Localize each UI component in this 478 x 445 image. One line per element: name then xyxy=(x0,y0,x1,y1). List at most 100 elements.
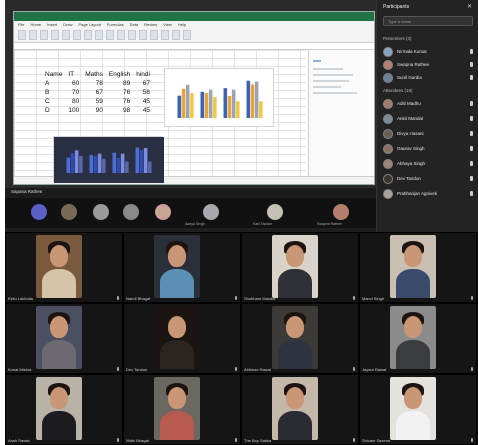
participant-video xyxy=(272,306,318,369)
video-tile[interactable]: Shubham Mandal xyxy=(241,232,359,303)
presenters-heading[interactable]: Presenters (3) xyxy=(383,36,412,41)
table-cell: 78 xyxy=(95,80,103,87)
participant-row[interactable]: Sunil Gardia xyxy=(383,72,475,84)
tile-name: Nandi Bhagat xyxy=(126,296,151,301)
table-cell: 59 xyxy=(95,98,103,105)
participant-avatar[interactable] xyxy=(123,204,139,220)
tile-name: Ezilu Lakhotia xyxy=(8,296,33,301)
table-cell: 60 xyxy=(71,80,80,87)
ribbon-tab[interactable]: Page Layout xyxy=(78,22,100,27)
chart-bar xyxy=(148,161,152,173)
ribbon-tab[interactable]: Home xyxy=(30,22,41,27)
table-row: C 80 59 76 45 xyxy=(42,97,153,106)
mic-icon xyxy=(470,49,473,54)
participant-name: Ankit Mandal xyxy=(397,116,424,121)
ribbon-tab[interactable]: Insert xyxy=(47,22,57,27)
chart-bar xyxy=(70,153,75,173)
tile-name: Manvi Singh xyxy=(362,296,385,301)
table-cell: 70 xyxy=(71,89,80,96)
avatar xyxy=(383,189,393,199)
video-tile[interactable]: Nidhi Bhagat xyxy=(123,374,241,445)
video-tile[interactable]: Dev Tandon xyxy=(123,303,241,374)
participant-row[interactable]: Dev Tandon xyxy=(383,173,475,185)
chart-bar xyxy=(208,89,213,118)
table-cell: 89 xyxy=(123,80,131,87)
video-tile[interactable]: Jayant Rawat xyxy=(359,303,477,374)
participant-avatar[interactable] xyxy=(155,204,171,220)
participant-name: Divya Hasani xyxy=(397,131,424,136)
video-tile[interactable]: Ezilu Lakhotia xyxy=(5,232,123,303)
chart-bar xyxy=(125,161,129,173)
participants-panel: Participants ✕ Type a name Presenters (3… xyxy=(376,0,478,232)
participant-name: Sunil Gardia xyxy=(397,75,422,80)
mic-icon xyxy=(235,438,237,442)
chart-bar xyxy=(143,148,148,173)
table-header-cell: English xyxy=(108,71,131,78)
table-row: B 70 67 76 56 xyxy=(42,88,153,97)
mic-icon xyxy=(470,62,473,67)
chart-bar xyxy=(93,155,98,173)
participant-avatar[interactable] xyxy=(203,204,219,220)
table-header-cell: IT xyxy=(68,71,75,78)
video-tile[interactable]: The Boy Sabka xyxy=(241,374,359,445)
chart-bar xyxy=(139,150,144,173)
chart-bar xyxy=(231,89,236,118)
chart-bar xyxy=(79,155,83,173)
mic-icon xyxy=(470,191,473,196)
mic-icon xyxy=(470,75,473,80)
meeting-toolbar: Aanya Singh Kavi Tandon Swapna Rathee xyxy=(5,198,376,228)
participant-avatar[interactable] xyxy=(61,204,77,220)
mic-icon xyxy=(471,438,473,442)
mic-icon xyxy=(117,367,119,371)
toolbar-label: Aanya Singh xyxy=(185,222,205,226)
formula-bar[interactable] xyxy=(14,43,374,50)
participant-video xyxy=(272,377,318,440)
video-tile[interactable]: Manvi Singh xyxy=(359,232,477,303)
participant-search-input[interactable]: Type a name xyxy=(383,16,473,26)
ribbon-tab[interactable]: Help xyxy=(178,22,186,27)
close-icon[interactable]: ✕ xyxy=(467,3,472,10)
chart-bar xyxy=(135,147,140,173)
participant-row[interactable]: Nirmala Kumar xyxy=(383,46,475,58)
ribbon-tab[interactable]: Data xyxy=(130,22,138,27)
chart-bar xyxy=(112,152,117,173)
participant-row[interactable]: Prabhanjan Agnivek xyxy=(383,188,475,200)
ribbon-tab[interactable]: Review xyxy=(144,22,157,27)
video-tile[interactable]: Abhinav Rawat xyxy=(241,303,359,374)
participant-video xyxy=(36,235,82,298)
tile-name: Kunal Mishra xyxy=(8,367,32,372)
ribbon-tabs: File Home Insert Draw Page Layout Formulas Dat… xyxy=(14,21,374,28)
ribbon-tab[interactable]: View xyxy=(163,22,172,27)
chart-bar xyxy=(102,158,106,173)
chart-bar xyxy=(213,97,217,118)
bar-chart-3d[interactable] xyxy=(164,68,274,127)
excel-ribbon: File Home Insert Draw Page Layout Formulas Dat… xyxy=(14,21,374,43)
participant-name: Dev Tandon xyxy=(397,176,421,181)
ribbon-tab[interactable]: Draw xyxy=(63,22,72,27)
participant-row[interactable]: Gaurav Singh xyxy=(383,143,475,155)
video-tile[interactable]: Nandi Bhagat xyxy=(123,232,241,303)
ribbon-tab[interactable]: File xyxy=(18,22,24,27)
participant-row[interactable]: Divya Hasani xyxy=(383,128,475,140)
video-tile[interactable]: Ansh Rawat xyxy=(5,374,123,445)
participant-avatar[interactable] xyxy=(267,204,283,220)
participant-row[interactable]: Abhaya Singh xyxy=(383,158,475,170)
chart-bar xyxy=(227,96,232,118)
video-tile[interactable]: Kunal Mishra xyxy=(5,303,123,374)
attendees-heading[interactable]: Attendees (18) xyxy=(383,88,413,93)
participant-row[interactable]: Aditi Madhu xyxy=(383,98,475,110)
participant-name: Gaurav Singh xyxy=(397,146,425,151)
bar-chart-dark[interactable] xyxy=(53,136,164,183)
chart-bar xyxy=(204,93,209,118)
participant-video xyxy=(390,377,436,440)
chart-bar xyxy=(259,101,263,118)
participant-avatar[interactable] xyxy=(333,204,349,220)
participant-row[interactable]: Swapna Rathee xyxy=(383,59,475,71)
ribbon-tab[interactable]: Formulas xyxy=(107,22,124,27)
video-tile[interactable]: Shivam Saxena xyxy=(359,374,477,445)
participant-row[interactable]: Ankit Mandal xyxy=(383,113,475,125)
mic-icon xyxy=(235,296,237,300)
table-cell: 76 xyxy=(123,89,131,96)
participant-avatar[interactable] xyxy=(93,204,109,220)
raise-hand-button[interactable] xyxy=(31,204,47,220)
